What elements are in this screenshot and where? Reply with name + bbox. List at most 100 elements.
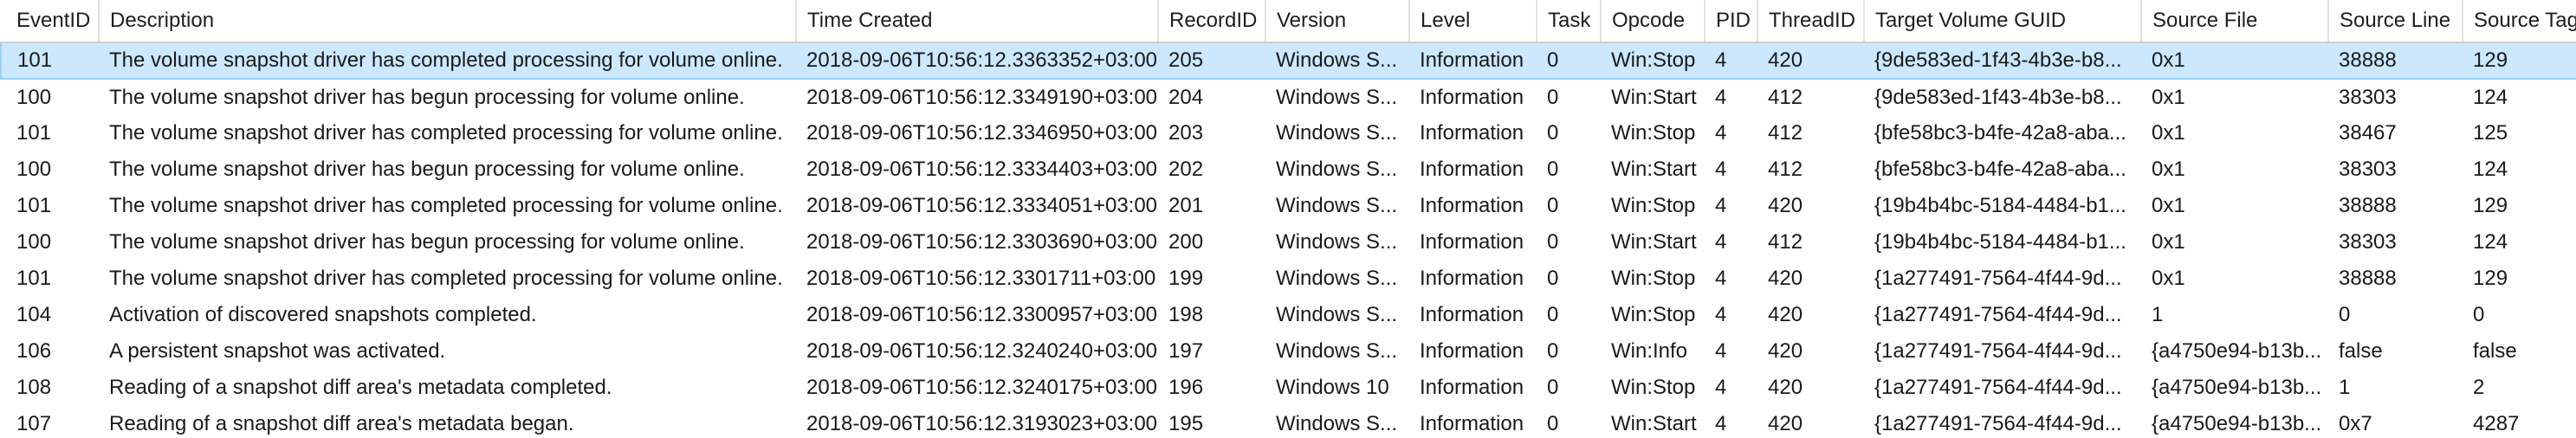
cell-description: The volume snapshot driver has completed… — [109, 267, 783, 290]
table-row[interactable]: 106 A persistent snapshot was activated. 2… — [1, 333, 2576, 370]
cell-level: Information — [1420, 412, 1524, 435]
table-row[interactable]: 100 The volume snapshot driver has begun … — [1, 79, 2576, 115]
cell-level: Information — [1420, 376, 1524, 399]
cell-source-tag: 129 — [2473, 194, 2508, 217]
table-row[interactable]: 108 Reading of a snapshot diff area's met… — [1, 370, 2576, 406]
cell-eventid: 100 — [16, 158, 52, 181]
cell-recordid: 203 — [1168, 121, 1204, 145]
grid-body: 101 The volume snapshot driver has comple… — [0, 42, 2576, 438]
cell-time-created: 2018-09-06T10:56:12.3334051+03:00 — [806, 194, 1158, 217]
cell-level: Information — [1420, 194, 1524, 217]
cell-description: A persistent snapshot was activated. — [109, 339, 446, 363]
cell-eventid: 101 — [16, 267, 52, 290]
cell-task: 0 — [1547, 339, 1559, 363]
cell-recordid: 202 — [1168, 158, 1204, 181]
cell-source-file: 0x1 — [2141, 42, 2328, 80]
cell-threadid: 420 — [1768, 339, 1803, 363]
cell-target-volume-guid: {bfe58bc3-b4fe-42a8-aba... — [1874, 121, 2126, 145]
cell-task: 0 — [1537, 42, 1601, 80]
cell-threadid: 412 — [1768, 85, 1803, 109]
cell-pid: 4 — [1715, 339, 1727, 363]
column-header-task[interactable]: Task — [1537, 0, 1602, 43]
cell-eventid: 100 — [16, 230, 52, 254]
cell-source-line: 1 — [2339, 376, 2351, 399]
column-header-pid[interactable]: PID — [1705, 0, 1758, 43]
table-row[interactable]: 100 The volume snapshot driver has begun … — [1, 151, 2576, 188]
cell-source-tag: 124 — [2473, 158, 2508, 181]
cell-pid: 4 — [1715, 376, 1727, 399]
cell-opcode: Win:Stop — [1611, 376, 1696, 399]
cell-source-line: 38303 — [2339, 85, 2397, 109]
cell-time-created: 2018-09-06T10:56:12.3363352+03:00 — [796, 42, 1158, 80]
column-header-source-file[interactable]: Source File — [2141, 0, 2329, 43]
cell-version: Windows S... — [1276, 267, 1398, 290]
column-header-opcode[interactable]: Opcode — [1601, 0, 1705, 43]
cell-target-volume-guid: {19b4b4bc-5184-4484-b1... — [1874, 194, 2126, 217]
column-header-level[interactable]: Level — [1409, 0, 1537, 43]
cell-version: Windows S... — [1276, 194, 1398, 217]
cell-level: Information — [1420, 339, 1524, 363]
cell-source-line: 0 — [2339, 303, 2351, 326]
cell-threadid: 420 — [1768, 194, 1803, 217]
column-header-description[interactable]: Description — [99, 0, 797, 43]
column-header-threadid[interactable]: ThreadID — [1757, 0, 1865, 43]
column-header-recordid[interactable]: RecordID — [1158, 0, 1266, 43]
cell-task: 0 — [1547, 85, 1559, 109]
cell-source-file: 0x1 — [2152, 158, 2185, 181]
cell-target-volume-guid: {1a277491-7564-4f44-9d... — [1874, 267, 2122, 290]
column-header-source-line[interactable]: Source Line — [2328, 0, 2463, 43]
column-header-label: Target Volume GUID — [1875, 9, 2067, 32]
cell-pid: 4 — [1715, 412, 1727, 435]
cell-opcode: Win:Start — [1611, 85, 1697, 109]
cell-eventid: 106 — [16, 339, 52, 363]
cell-version: Windows 10 — [1276, 376, 1389, 399]
cell-description: Reading of a snapshot diff area's metada… — [109, 412, 574, 435]
table-row[interactable]: 100 The volume snapshot driver has begun … — [1, 224, 2576, 261]
cell-level: Information — [1420, 85, 1524, 109]
column-header-label: PID — [1716, 9, 1751, 32]
cell-task: 0 — [1547, 376, 1559, 399]
column-header-label: EventID — [16, 9, 91, 32]
table-row[interactable]: 101 The volume snapshot driver has comple… — [1, 188, 2576, 224]
cell-opcode: Win:Stop — [1611, 303, 1696, 326]
table-row[interactable]: 101 The volume snapshot driver has comple… — [1, 115, 2576, 151]
cell-time-created: 2018-09-06T10:56:12.3334403+03:00 — [806, 158, 1158, 181]
cell-recordid: 204 — [1168, 85, 1204, 109]
cell-target-volume-guid: {19b4b4bc-5184-4484-b1... — [1874, 230, 2126, 254]
cell-threadid: 412 — [1768, 121, 1803, 145]
cell-target-volume-guid: {bfe58bc3-b4fe-42a8-aba... — [1874, 158, 2126, 181]
table-row[interactable]: 104 Activation of discovered snapshots co… — [1, 297, 2576, 333]
cell-recordid: 199 — [1168, 267, 1204, 290]
cell-source-tag: 124 — [2473, 85, 2508, 109]
cell-source-file: {a4750e94-b13b... — [2152, 376, 2322, 399]
cell-source-file: {a4750e94-b13b... — [2152, 339, 2322, 363]
cell-level: Information — [1420, 267, 1524, 290]
column-header-label: Version — [1277, 9, 1347, 32]
column-header-label: RecordID — [1169, 9, 1258, 32]
cell-time-created: 2018-09-06T10:56:12.3303690+03:00 — [806, 230, 1158, 254]
cell-description: Activation of discovered snapshots compl… — [109, 303, 537, 326]
cell-opcode: Win:Stop — [1611, 194, 1696, 217]
cell-pid: 4 — [1715, 121, 1727, 145]
cell-pid: 4 — [1715, 267, 1727, 290]
cell-source-line: 0x7 — [2339, 412, 2372, 435]
cell-recordid: 201 — [1168, 194, 1204, 217]
cell-time-created: 2018-09-06T10:56:12.3240240+03:00 — [806, 339, 1158, 363]
cell-threadid: 412 — [1768, 230, 1803, 254]
column-header-version[interactable]: Version — [1265, 0, 1410, 43]
table-row[interactable]: 107 Reading of a snapshot diff area's met… — [1, 406, 2576, 438]
cell-source-file: 0x1 — [2152, 194, 2185, 217]
cell-eventid: 101 — [16, 194, 52, 217]
event-log-grid[interactable]: EventID Description Time Created RecordID Ve… — [0, 0, 2576, 438]
cell-source-line: false — [2339, 339, 2383, 363]
column-header-eventid[interactable]: EventID — [1, 0, 100, 43]
cell-threadid: 420 — [1768, 376, 1803, 399]
column-header-label: Task — [1548, 9, 1591, 32]
column-header-time-created[interactable]: Time Created — [796, 0, 1159, 43]
column-header-target-volume-guid[interactable]: Target Volume GUID — [1864, 0, 2142, 43]
column-header-source-tag[interactable]: Source Tag — [2463, 0, 2576, 43]
cell-time-created: 2018-09-06T10:56:12.3300957+03:00 — [806, 303, 1158, 326]
table-row[interactable]: 101 The volume snapshot driver has comple… — [0, 42, 2576, 80]
cell-source-file: 0x1 — [2152, 230, 2185, 254]
table-row[interactable]: 101 The volume snapshot driver has comple… — [1, 261, 2576, 297]
